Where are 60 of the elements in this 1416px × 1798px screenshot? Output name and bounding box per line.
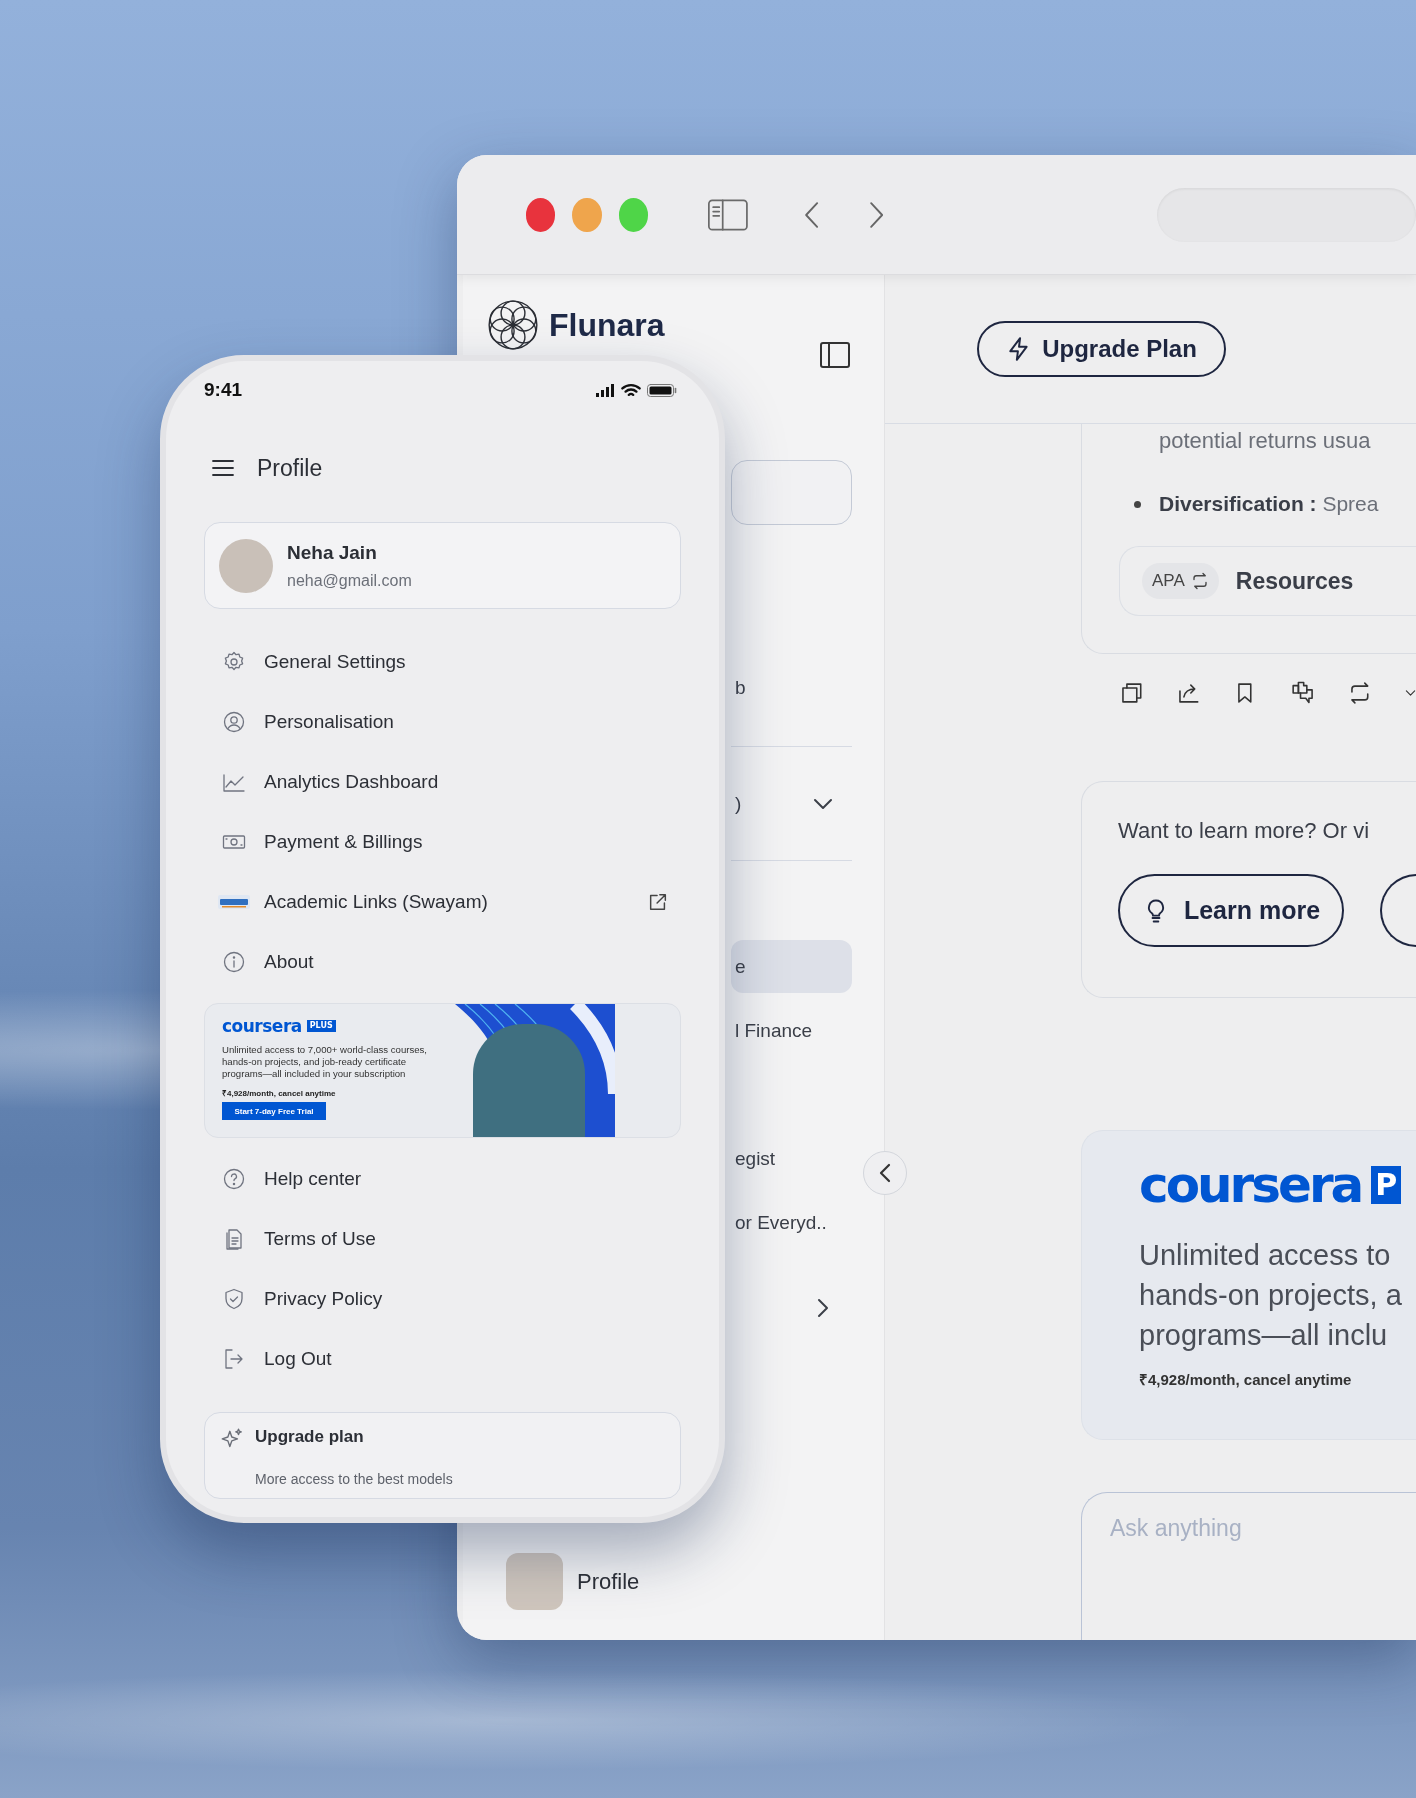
screen-title: Profile [257,454,323,482]
menu-item[interactable]: Terms of Use [204,1209,681,1269]
sidebar-item[interactable]: e [731,940,852,993]
shield-check-icon [222,1287,246,1311]
question-circle-icon [222,1167,246,1191]
logo-icon [218,895,250,909]
menu-item[interactable]: Academic Links (Swayam) [204,872,681,932]
promo-text: Unlimited access to hands-on projects, a programs—all inclu [1139,1238,1402,1353]
bullet-text: Diversification : Sprea [1159,492,1379,516]
user-name: Neha Jain [287,541,377,564]
sidebar-item[interactable]: l Finance [731,1003,852,1059]
sidebar-item[interactable]: or Everyd.. [731,1195,852,1251]
learn-more-button[interactable]: Learn more [1118,874,1344,947]
sidebar-icon[interactable] [708,196,748,233]
app-logo-text: Flunara [549,306,665,344]
user-circle-icon [222,710,246,734]
menu-item[interactable]: General Settings [204,632,681,692]
upgrade-plan-card[interactable]: Upgrade plan More access to the best models [204,1412,681,1499]
menu-item[interactable]: Analytics Dashboard [204,752,681,812]
promo-banner[interactable] [204,1003,681,1138]
ask-input[interactable]: Ask anything [1110,1515,1410,1542]
close-button[interactable] [526,197,556,232]
price-text: ₹4,928/month, cancel anytime [222,1088,336,1098]
avatar [219,538,273,593]
citation-style-chip[interactable]: APA [1142,563,1219,599]
brand-logo-text: coursera [1139,1157,1362,1213]
answer-text: potential returns usua [1159,428,1371,454]
sidebar-toggle-icon[interactable] [820,342,850,368]
plan-badge: P [1371,1166,1402,1204]
menu-item[interactable]: About [204,932,681,992]
price-text: ₹4,928/month, cancel anytime [1139,1370,1352,1389]
menu-item[interactable]: Privacy Policy [204,1269,681,1329]
suggestion-text: Want to learn more? Or vi [1118,818,1370,844]
plan-badge: PLUS [306,1020,336,1032]
battery-icon [647,383,677,397]
external-link-icon[interactable] [647,891,669,913]
avatar [506,1553,563,1610]
status-time: 9:41 [204,379,243,401]
resources-label: Resources [1235,567,1354,595]
menu-item[interactable]: Log Out [204,1329,681,1389]
user-email: neha@gmail.com [287,571,412,590]
menu-item[interactable]: Help center [204,1149,681,1209]
info-icon [222,950,246,974]
profile-link[interactable]: Profile [577,1568,640,1595]
menu-item[interactable]: Payment & Billings [204,812,681,872]
brand-logo-text: coursera [222,1017,302,1035]
wifi-icon [621,383,641,397]
upgrade-plan-button[interactable]: Upgrade Plan [977,321,1226,377]
sidebar-group[interactable]: ) [731,746,852,861]
menu-item[interactable]: Personalisation [204,692,681,752]
search-field[interactable] [731,460,852,525]
signal-icon [595,383,615,397]
globe-logo-icon [487,299,539,351]
free-trial-button[interactable]: Start 7-day Free Trial [222,1102,326,1120]
sidebar-item[interactable]: b [731,660,852,716]
promo-text: Unlimited access to 7,000+ world-class courses, hands-on projects, and job-ready certificate programs—all included in your subscription [222,1044,429,1080]
repeat-icon [1190,572,1209,590]
profile-card[interactable]: Neha Jain neha@gmail.com [204,522,681,609]
bullet-dot [1134,500,1141,508]
sidebar-item[interactable]: egist [731,1131,852,1187]
